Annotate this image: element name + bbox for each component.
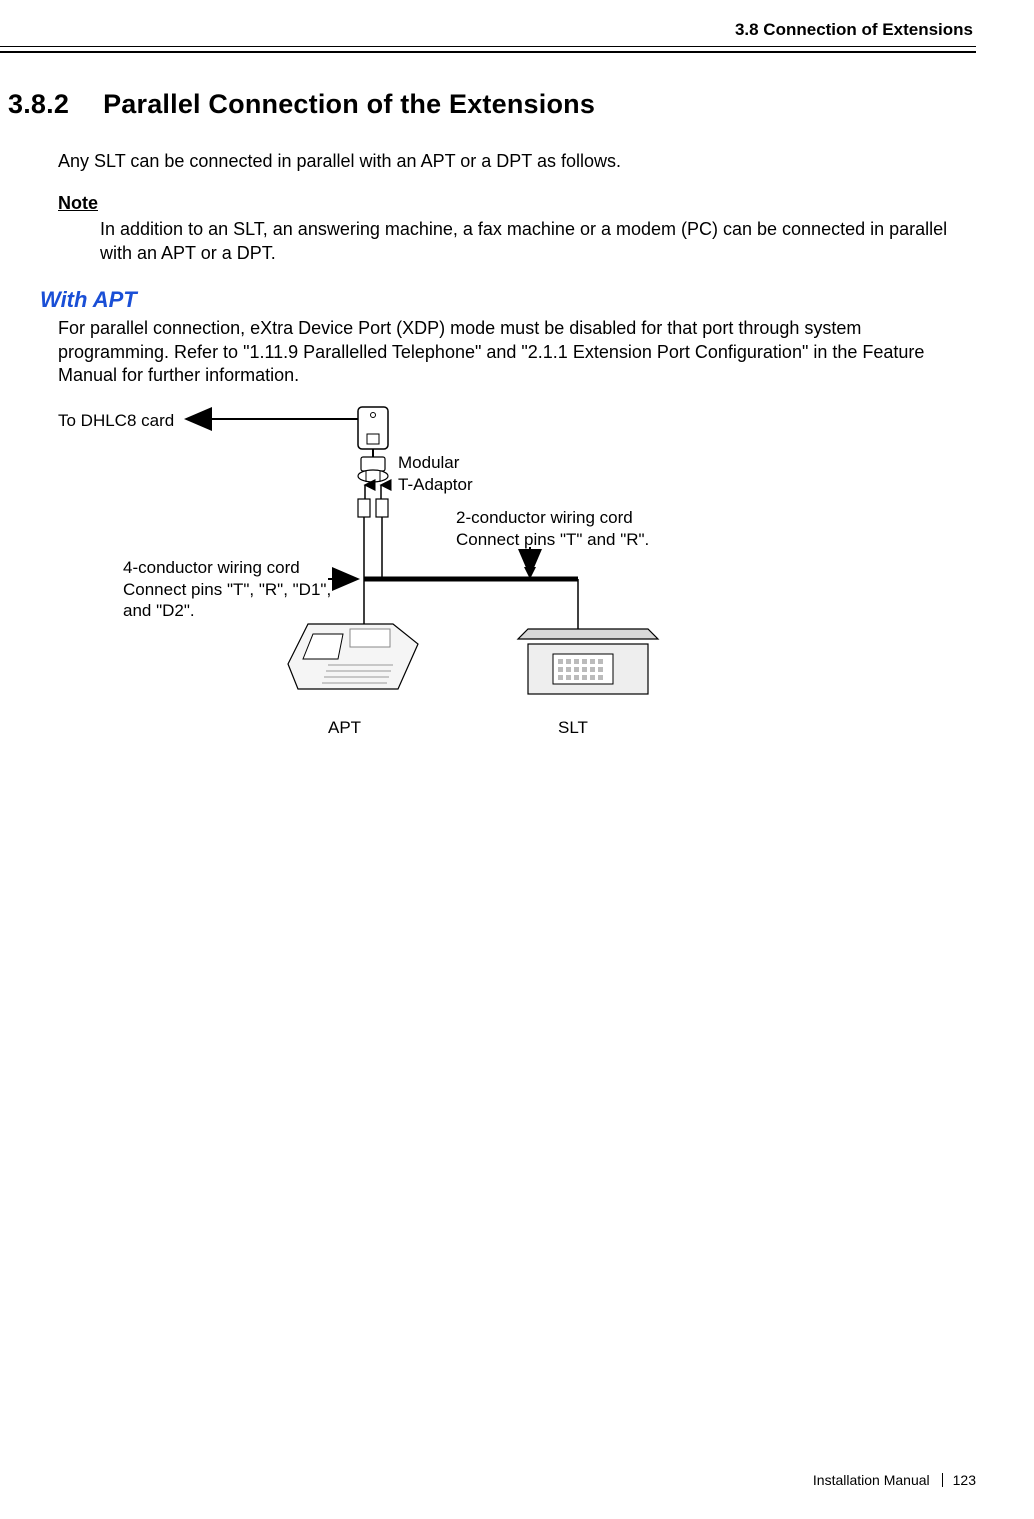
header-breadcrumb: 3.8 Connection of Extensions [0, 20, 976, 40]
two-conductor-label: 2-conductor wiring cord Connect pins "T"… [456, 507, 649, 550]
note-label: Note [58, 193, 976, 214]
with-apt-body: For parallel connection, eXtra Device Po… [58, 317, 976, 387]
section-heading: 3.8.2 Parallel Connection of the Extensio… [8, 89, 976, 120]
footer: Installation Manual 123 [813, 1472, 976, 1489]
plug-left-icon [358, 499, 370, 517]
modular-t-adaptor-label: Modular T-Adaptor [398, 452, 473, 495]
diagram: To DHLC8 card Modular T-Adaptor 2-conduc… [58, 399, 976, 779]
four-conductor-label: 4-conductor wiring cord Connect pins "T"… [123, 557, 331, 621]
to-dhlc8-label: To DHLC8 card [58, 410, 174, 431]
t-adaptor-icon [358, 457, 388, 482]
header-rule [0, 46, 976, 53]
section-number: 3.8.2 [8, 89, 69, 120]
plug-right-icon [376, 499, 388, 517]
slt-label: SLT [558, 717, 588, 738]
apt-label: APT [328, 717, 361, 738]
note-body: In addition to an SLT, an answering mach… [100, 218, 976, 265]
wall-jack-icon [358, 407, 388, 449]
section-title: Parallel Connection of the Extensions [103, 89, 595, 119]
footer-manual: Installation Manual [813, 1472, 930, 1488]
slt-phone-icon [518, 629, 658, 694]
apt-phone-icon [288, 624, 418, 689]
intro-text: Any SLT can be connected in parallel wit… [58, 150, 976, 173]
footer-page: 123 [953, 1472, 976, 1488]
with-apt-heading: With APT [40, 287, 976, 313]
